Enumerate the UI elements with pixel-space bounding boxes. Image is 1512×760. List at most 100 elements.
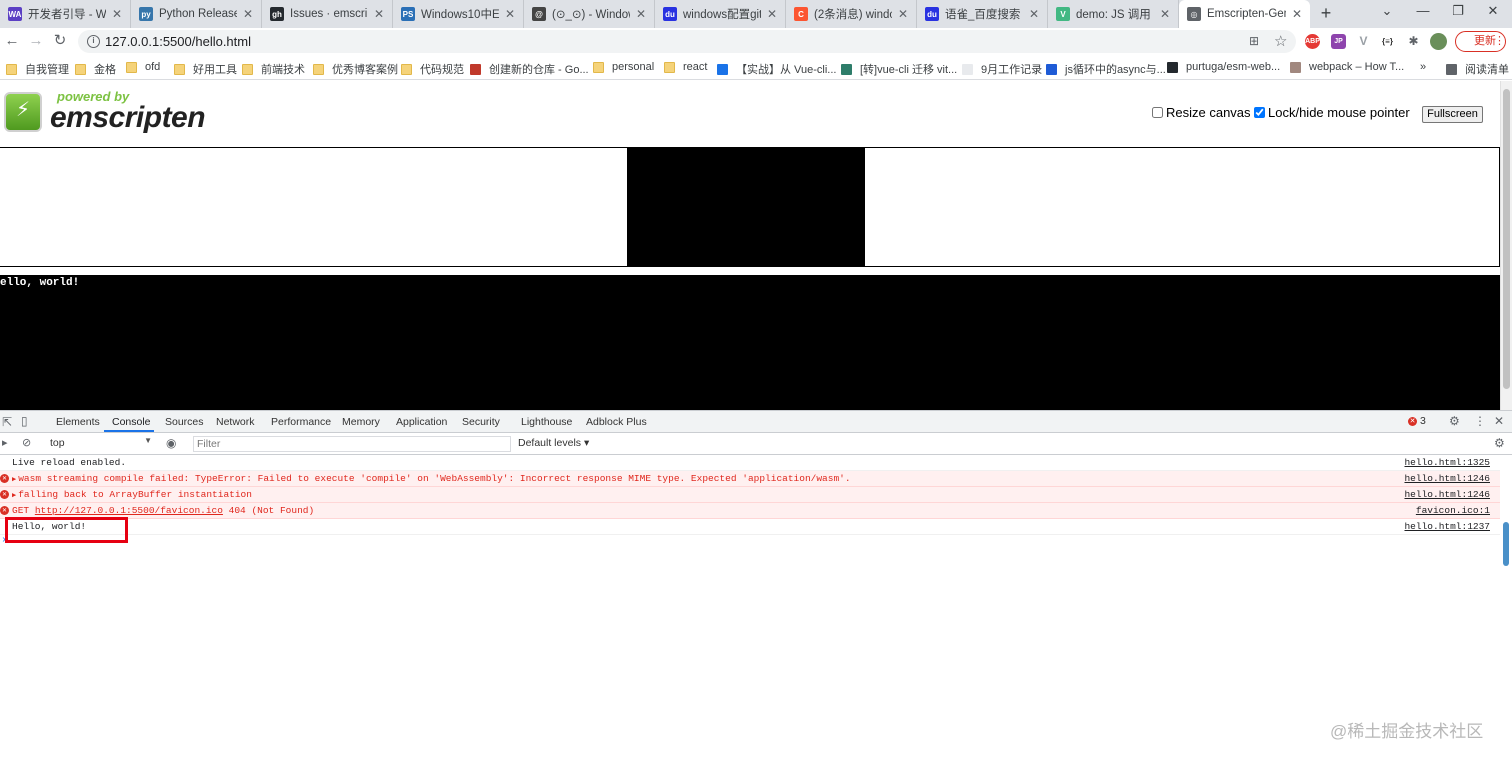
new-tab-button[interactable]: + — [1316, 4, 1336, 24]
devtools-menu-icon[interactable]: ⋮ — [1474, 414, 1486, 428]
bookmark-item[interactable]: 自我管理 — [6, 61, 69, 77]
bookmark-item[interactable]: 金格 — [75, 61, 116, 77]
bookmark-item[interactable]: [转]vue-cli 迁移 vit... — [841, 61, 957, 77]
browser-tab[interactable]: du 语雀_百度搜索 ✕ — [917, 0, 1048, 28]
bookmark-item[interactable]: purtuga/esm-web... — [1167, 61, 1280, 73]
bookmark-item[interactable]: react — [664, 61, 707, 73]
browser-tab[interactable]: @ (⊙_⊙) - Window ✕ — [524, 0, 655, 28]
resize-canvas-control[interactable]: Resize canvas — [1152, 105, 1251, 120]
tab-close-icon[interactable]: ✕ — [634, 7, 648, 21]
adblock-plus-icon[interactable]: ABP — [1305, 34, 1320, 49]
page-scrollbar[interactable] — [1500, 81, 1512, 410]
bookmark-item[interactable]: js循环中的async与... — [1046, 61, 1166, 77]
bookmark-item[interactable]: webpack – How T... — [1290, 61, 1404, 73]
devtools-tab-elements[interactable]: Elements — [56, 416, 100, 428]
tab-search-icon[interactable]: ⌄ — [1376, 3, 1398, 19]
tab-close-icon[interactable]: ✕ — [110, 7, 124, 21]
tab-close-icon[interactable]: ✕ — [241, 7, 255, 21]
devtools-tab-console[interactable]: Console — [112, 416, 151, 428]
clear-console-icon[interactable]: ⊘ — [22, 436, 31, 449]
restore-icon[interactable]: ❐ — [1447, 3, 1469, 19]
console-scroll-indicator[interactable] — [1503, 522, 1509, 566]
devtools-tab-application[interactable]: Application — [396, 416, 447, 428]
devtools-tab-network[interactable]: Network — [216, 416, 255, 428]
source-location-link[interactable]: hello.html:1325 — [1404, 455, 1490, 470]
jsonview-extension-icon[interactable]: JP — [1331, 34, 1346, 49]
page-scrollbar-thumb[interactable] — [1503, 89, 1510, 389]
reading-list-button[interactable]: 阅读清单 — [1446, 61, 1509, 77]
more-menu-icon[interactable]: ⋮ — [1494, 32, 1505, 51]
bookmarks-overflow-button[interactable]: » — [1420, 61, 1426, 73]
profile-avatar[interactable] — [1430, 33, 1447, 50]
console-settings-gear-icon[interactable]: ⚙ — [1494, 436, 1505, 450]
minimize-icon[interactable]: — — [1412, 3, 1434, 18]
browser-tab[interactable]: py Python Release P ✕ — [131, 0, 262, 28]
resize-canvas-checkbox[interactable] — [1152, 107, 1163, 118]
reload-button[interactable]: ↻ — [50, 31, 70, 51]
tab-close-icon[interactable]: ✕ — [896, 7, 910, 21]
json-formatter-icon[interactable]: {≡} — [1380, 34, 1395, 49]
tab-close-icon[interactable]: ✕ — [765, 7, 779, 21]
lock-pointer-checkbox[interactable] — [1254, 107, 1265, 118]
fullscreen-button[interactable]: Fullscreen — [1422, 106, 1483, 123]
back-button[interactable]: ← — [2, 31, 22, 51]
request-url-link[interactable]: http://127.0.0.1:5500/favicon.ico — [35, 505, 223, 516]
bookmark-item[interactable]: 前端技术 — [242, 61, 305, 77]
bookmark-item[interactable]: ofd — [126, 61, 160, 73]
browser-tab[interactable]: du windows配置git环 ✕ — [655, 0, 786, 28]
bookmark-item[interactable]: 创建新的仓库 - Go... — [470, 61, 589, 77]
devtools-tab-memory[interactable]: Memory — [342, 416, 380, 428]
devtools-tab-adblock-plus[interactable]: Adblock Plus — [586, 416, 647, 428]
inspect-element-icon[interactable]: ⇱ — [2, 415, 12, 429]
site-info-icon[interactable]: i — [87, 35, 100, 48]
vue-devtools-icon[interactable]: V — [1356, 34, 1371, 49]
output-textarea[interactable]: ello, world! — [0, 275, 1500, 410]
translate-icon[interactable]: ⊞ — [1249, 34, 1259, 48]
emscripten-canvas[interactable] — [627, 147, 865, 267]
expand-caret-icon[interactable]: ▶ — [12, 492, 16, 500]
devtools-tab-performance[interactable]: Performance — [271, 416, 331, 428]
bookmark-star-icon[interactable]: ☆ — [1274, 32, 1287, 50]
console-filter-input[interactable] — [193, 436, 511, 452]
lock-pointer-control[interactable]: Lock/hide mouse pointer — [1254, 105, 1410, 120]
sidebar-toggle-icon[interactable]: ▸ — [2, 436, 8, 449]
source-location-link[interactable]: hello.html:1237 — [1404, 519, 1490, 534]
bookmark-item[interactable]: personal — [593, 61, 654, 73]
bookmark-item[interactable]: 优秀博客案例 — [313, 61, 398, 77]
devtools-tab-sources[interactable]: Sources — [165, 416, 204, 428]
browser-tab[interactable]: C (2条消息) window ✕ — [786, 0, 917, 28]
devtools-tab-lighthouse[interactable]: Lighthouse — [521, 416, 572, 428]
browser-tab[interactable]: gh Issues · emscripte ✕ — [262, 0, 393, 28]
bookmark-item[interactable]: 代码规范 — [401, 61, 464, 77]
bookmark-item[interactable]: 好用工具 — [174, 61, 237, 77]
tab-close-icon[interactable]: ✕ — [1290, 7, 1304, 21]
browser-tab[interactable]: Vdemo: JS 调用 We ✕ — [1048, 0, 1179, 28]
browser-tab[interactable]: WA 开发者引导 - Web ✕ — [0, 0, 131, 28]
tab-close-icon[interactable]: ✕ — [372, 7, 386, 21]
close-window-icon[interactable]: ✕ — [1482, 3, 1504, 19]
error-count-badge[interactable]: ✕ 3 — [1408, 415, 1426, 427]
source-location-link[interactable]: favicon.ico:1 — [1416, 503, 1490, 518]
forward-button[interactable]: → — [26, 31, 46, 51]
devtools-tab-security[interactable]: Security — [462, 416, 500, 428]
tab-close-icon[interactable]: ✕ — [1158, 7, 1172, 21]
browser-tab[interactable]: PS Windows10中Em ✕ — [393, 0, 524, 28]
bookmark-item[interactable]: 9月工作记录 — [962, 61, 1042, 77]
console-prompt[interactable]: › — [0, 535, 1500, 549]
settings-gear-icon[interactable]: ⚙ — [1449, 414, 1460, 428]
update-button[interactable]: 更新 ⋮ — [1455, 31, 1506, 52]
browser-tab[interactable]: ◎ Emscripten-Gene ✕ — [1179, 0, 1310, 28]
source-location-link[interactable]: hello.html:1246 — [1404, 487, 1490, 502]
tab-close-icon[interactable]: ✕ — [503, 7, 517, 21]
bookmark-item[interactable]: 【实战】从 Vue-cli... — [717, 61, 836, 77]
address-url[interactable]: 127.0.0.1:5500/hello.html — [105, 34, 251, 49]
address-bar[interactable]: i 127.0.0.1:5500/hello.html ⊞ ☆ — [78, 30, 1296, 53]
close-devtools-icon[interactable]: ✕ — [1494, 414, 1504, 428]
extensions-puzzle-icon[interactable]: ✱ — [1406, 34, 1421, 49]
device-toolbar-icon[interactable]: ▯ — [21, 414, 28, 428]
live-expression-eye-icon[interactable]: ◉ — [166, 436, 176, 450]
context-selector[interactable]: top ▼ — [44, 436, 156, 452]
expand-caret-icon[interactable]: ▶ — [12, 476, 16, 484]
source-location-link[interactable]: hello.html:1246 — [1404, 471, 1490, 486]
log-levels-dropdown[interactable]: Default levels ▾ — [518, 437, 589, 449]
